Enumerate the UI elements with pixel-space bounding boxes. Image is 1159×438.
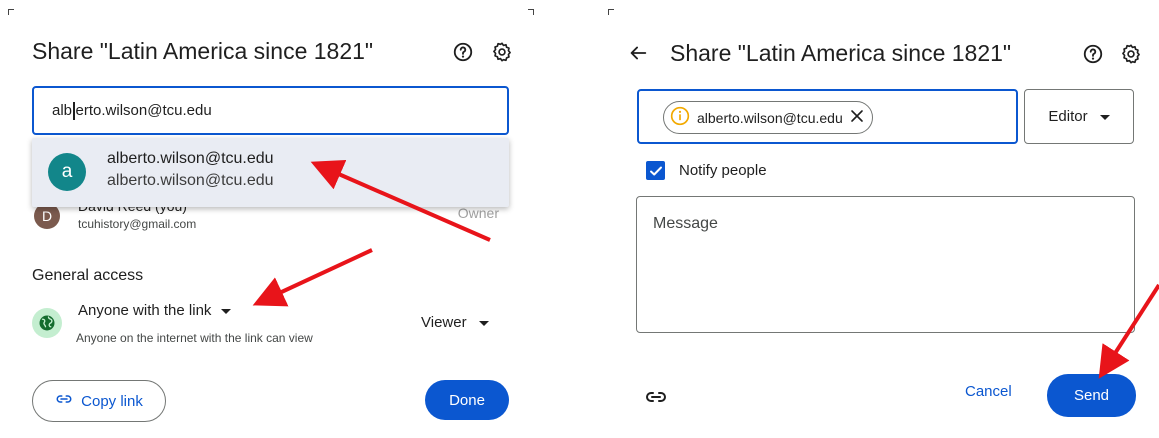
recipient-chip[interactable]: alberto.wilson@tcu.edu — [663, 101, 873, 134]
warning-icon — [670, 106, 690, 129]
avatar: a — [48, 153, 86, 191]
dialog-title: Share "Latin America since 1821" — [670, 40, 1012, 66]
email-input-text-before: alb — [52, 102, 73, 119]
role-dropdown[interactable]: Editor — [1024, 89, 1134, 144]
caret-down-icon — [478, 314, 489, 331]
copy-link-button[interactable]: Copy link — [32, 380, 166, 422]
notify-people-row: Notify people — [646, 161, 767, 180]
recipient-input[interactable]: alberto.wilson@tcu.edu — [637, 89, 1018, 144]
help-icon[interactable] — [451, 40, 475, 64]
suggestion-name: alberto.wilson@tcu.edu — [107, 150, 274, 167]
share-dialog-right: Share "Latin America since 1821" alberto… — [604, 0, 1159, 438]
arrow-left-icon[interactable] — [626, 41, 650, 65]
message-placeholder: Message — [653, 215, 718, 232]
crop-corner-marker — [8, 9, 14, 15]
caret-down-icon — [221, 302, 232, 319]
send-button[interactable]: Send — [1047, 374, 1136, 417]
general-access-heading: General access — [32, 267, 144, 284]
share-dialog-left: Share "Latin America since 1821" alb erto… — [0, 0, 540, 438]
notify-label: Notify people — [679, 162, 767, 179]
owner-role-label: Owner — [457, 205, 499, 221]
access-role-dropdown[interactable]: Viewer — [421, 314, 489, 331]
access-role-label: Viewer — [421, 314, 467, 331]
caret-down-icon — [1099, 108, 1110, 125]
text-caret — [73, 101, 75, 120]
crop-corner-marker — [608, 9, 614, 15]
dialog-title: Share "Latin America since 1821" — [32, 38, 374, 64]
globe-icon — [32, 308, 62, 338]
link-icon — [55, 390, 73, 412]
access-option-label: Anyone with the link — [78, 302, 212, 319]
access-description: Anyone on the internet with the link can… — [76, 331, 313, 345]
cancel-button[interactable]: Cancel — [965, 383, 1012, 400]
copy-link-label: Copy link — [81, 392, 143, 410]
general-access-dropdown[interactable]: Anyone with the link — [78, 302, 232, 319]
suggestion-email: alberto.wilson@tcu.edu — [107, 172, 274, 189]
suggestion-item[interactable]: a alberto.wilson@tcu.edu alberto.wilson@… — [32, 138, 509, 207]
help-icon[interactable] — [1081, 42, 1105, 66]
crop-corner-marker — [528, 9, 534, 15]
notify-checkbox[interactable] — [646, 161, 665, 180]
done-button[interactable]: Done — [425, 380, 509, 420]
email-input[interactable]: alb erto.wilson@tcu.edu — [32, 86, 509, 135]
role-label: Editor — [1048, 108, 1088, 125]
gear-icon[interactable] — [1119, 42, 1143, 66]
recipient-chip-label: alberto.wilson@tcu.edu — [697, 109, 843, 126]
gear-icon[interactable] — [490, 40, 514, 64]
link-icon[interactable] — [644, 385, 668, 414]
owner-email: tcuhistory@gmail.com — [78, 217, 197, 231]
close-icon[interactable] — [850, 109, 864, 126]
email-input-text-after: erto.wilson@tcu.edu — [75, 102, 212, 119]
message-textarea[interactable]: Message — [636, 196, 1135, 333]
